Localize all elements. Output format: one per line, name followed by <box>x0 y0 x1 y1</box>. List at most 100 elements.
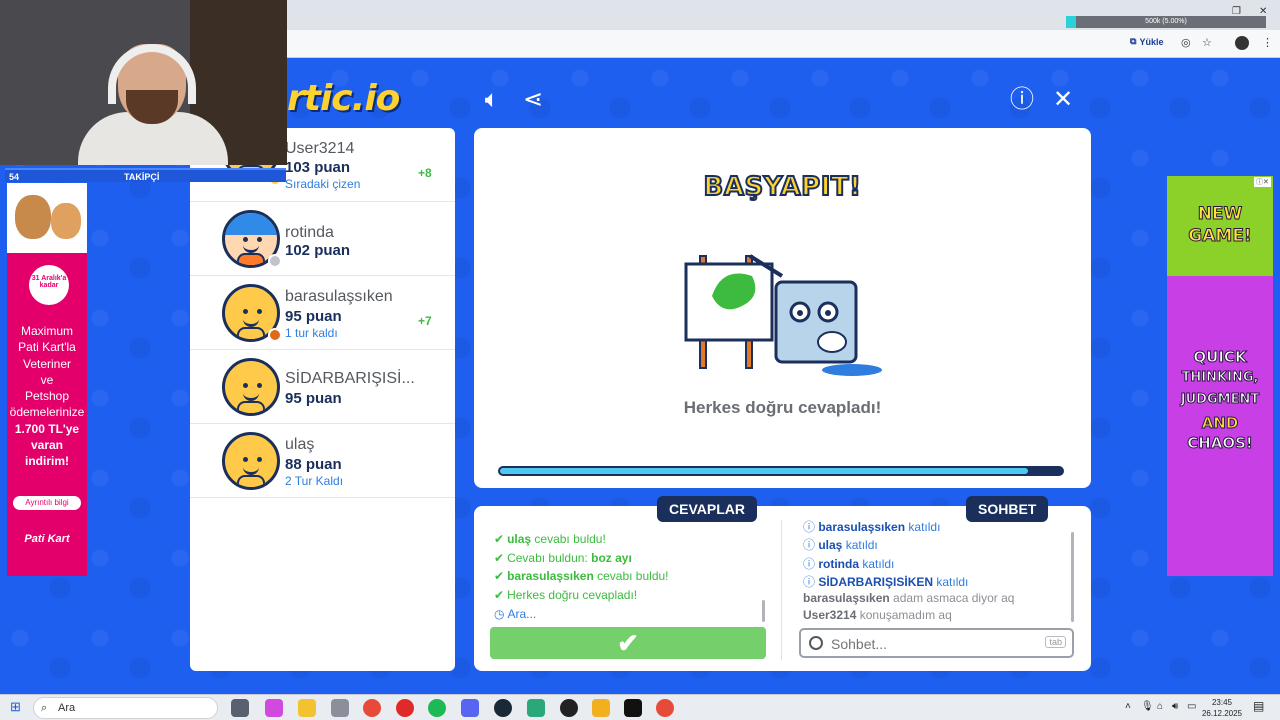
answer-line: ✔ Herkes doğru cevapladı! <box>494 588 637 602</box>
round-timer <box>498 466 1064 476</box>
answer-text: Herkes doğru cevapladı! <box>507 588 638 602</box>
capcut-icon[interactable] <box>624 699 642 717</box>
ad-copy-line: ödemelerinize <box>9 405 85 420</box>
discord-icon[interactable] <box>461 699 479 717</box>
volume-icon[interactable]: 🔊︎ <box>1172 701 1178 712</box>
masterpiece-illustration <box>684 254 882 376</box>
answers-scrollbar[interactable] <box>762 600 765 622</box>
player-points: 95 puan <box>285 390 342 407</box>
chrome-icon[interactable] <box>363 699 381 717</box>
chat-user: barasulaşsıken <box>818 520 906 534</box>
chat-text: katıldı <box>905 520 941 534</box>
chat-text: katıldı <box>842 538 878 552</box>
sound-icon[interactable]: 🔈︎ <box>478 86 506 114</box>
windows-start-icon[interactable]: ⊞ <box>10 699 21 715</box>
ad-banner-right[interactable]: NEW GAME! QUICK THINKING, JUDGMENT AND C… <box>1167 176 1273 576</box>
chrome-icon[interactable] <box>656 699 674 717</box>
player-avatar <box>222 432 280 490</box>
chat-input-box[interactable]: tab <box>799 628 1074 658</box>
chat-input[interactable] <box>831 634 1031 654</box>
answer-user: barasulaşsıken <box>507 569 594 583</box>
chat-text: adam asmaca diyor aq <box>889 591 1015 605</box>
player-points: 103 puan <box>285 159 351 176</box>
player-points: 88 puan <box>285 456 342 473</box>
follower-count: 54 <box>9 172 20 182</box>
install-label: Yükle <box>1139 36 1164 47</box>
chat-line: ⓘ SİDARBARIŞISİKEN katıldı <box>803 573 968 590</box>
spotify-icon[interactable] <box>428 699 446 717</box>
taskbar-search-label: Ara <box>58 702 76 714</box>
ad-copy-line: Veteriner <box>22 356 72 371</box>
eye-off-icon[interactable]: ◎ <box>1181 36 1191 49</box>
answer-line: ✔ ulaş cevabı buldu! <box>494 532 606 546</box>
info-icon: ⓘ <box>803 538 819 552</box>
chat-line: barasulaşsıken adam asmaca diyor aq <box>803 591 1014 605</box>
close-icon[interactable]: ✕ <box>1049 86 1077 114</box>
ad-line: JUDGMENT <box>1180 392 1260 408</box>
rockstar-icon[interactable] <box>592 699 610 717</box>
opera-icon[interactable] <box>396 699 414 717</box>
answer-submit-button[interactable]: ✔ <box>490 627 766 659</box>
answer-word: boz ayı <box>591 551 632 565</box>
chat-scrollbar[interactable] <box>1071 532 1074 622</box>
search-icon <box>809 636 823 650</box>
browser-menu-icon[interactable]: ⋮ <box>1262 36 1273 49</box>
obs-icon[interactable] <box>560 699 578 717</box>
chat-user: ulaş <box>818 538 843 552</box>
ad-choices-icon[interactable]: ⓘ✕ <box>1254 177 1271 187</box>
bookmark-star-icon[interactable]: ☆ <box>1202 36 1212 49</box>
taskbar-search[interactable]: ⌕ Ara <box>33 697 218 719</box>
follower-label: TAKİPÇİ <box>124 172 160 182</box>
ad-copy-line: Pati Kart'la <box>18 340 76 355</box>
ad-line: QUICK <box>1193 348 1247 367</box>
chat-line: ⓘ ulaş katıldı <box>803 536 878 553</box>
answer-line: ◷ Ara... <box>494 607 536 621</box>
answer-user: ulaş <box>507 532 532 546</box>
taskbar-clock[interactable]: 23:45 26.12.2025 <box>1200 697 1244 719</box>
task-view-icon[interactable] <box>231 699 249 717</box>
close-window-icon[interactable]: ✕ <box>1259 6 1267 17</box>
ad-copy: Maximum Pati Kart'la Veteriner ve Petsho… <box>9 323 85 470</box>
steam-icon[interactable] <box>494 699 512 717</box>
player-status: 1 tur kaldı <box>285 326 338 340</box>
player-row: barasulaşsıken 95 puan 1 tur kaldı +7 <box>190 276 455 350</box>
share-icon[interactable]: ⋖ <box>519 86 547 114</box>
install-button[interactable]: ⧉ Yükle <box>1130 36 1163 47</box>
ad-copy-line: Maximum <box>20 324 73 338</box>
player-name: SİDARBARIŞISİ... <box>285 370 415 387</box>
app-icon[interactable] <box>527 699 545 717</box>
network-icon[interactable]: ⌂ <box>1157 701 1163 712</box>
restore-icon[interactable]: ❐ <box>1232 6 1241 17</box>
notifications-icon[interactable]: ▤ <box>1253 699 1264 713</box>
download-progress-fill <box>1066 16 1076 28</box>
answer-line: ✔ barasulaşsıken cevabı buldu! <box>494 569 669 583</box>
download-progress: 500k (5.00%) <box>1066 16 1266 28</box>
settings-icon[interactable] <box>331 699 349 717</box>
ad-line: THINKING, <box>1181 370 1259 386</box>
install-icon: ⧉ <box>1130 36 1137 46</box>
file-explorer-icon[interactable] <box>298 699 316 717</box>
tray-chevron-icon[interactable]: ˄ <box>1125 701 1131 712</box>
player-row: rotinda 102 puan <box>190 202 455 276</box>
info-icon[interactable]: ⓘ <box>1008 86 1036 114</box>
microphone-icon[interactable]: 🎙︎ <box>1141 701 1154 712</box>
taskbar: ⊞ ⌕ Ara ˄ 🎙︎ ⌂ 🔊︎ ▭ 23:45 26.12.2025 ▤ <box>0 694 1280 720</box>
player-bonus: +8 <box>418 166 432 180</box>
battery-icon[interactable]: ▭ <box>1187 701 1196 712</box>
ad-cta-button[interactable]: Ayrıntılı bilgi <box>13 496 81 510</box>
game-logo: rtic.io <box>287 78 400 119</box>
ad-banner-left[interactable]: 31 Aralık'a kadar Maximum Pati Kart'la V… <box>7 183 87 576</box>
profile-avatar[interactable] <box>1235 36 1249 50</box>
answer-text: Cevabı buldun: <box>507 551 592 565</box>
ad-line: AND <box>1201 414 1239 433</box>
ad-copy-line: indirim! <box>25 454 69 469</box>
result-message: Herkes doğru cevapladı! <box>683 398 882 417</box>
player-points: 102 puan <box>285 242 351 259</box>
ad-line: CHAOS! <box>1187 434 1254 453</box>
info-icon: ⓘ <box>803 557 819 571</box>
copilot-icon[interactable] <box>265 699 283 717</box>
ad-brand: Pati Kart <box>24 533 70 545</box>
ad-copy-line: ve <box>40 372 54 387</box>
player-name: ulaş <box>285 436 315 453</box>
chat-user: rotinda <box>818 557 860 571</box>
